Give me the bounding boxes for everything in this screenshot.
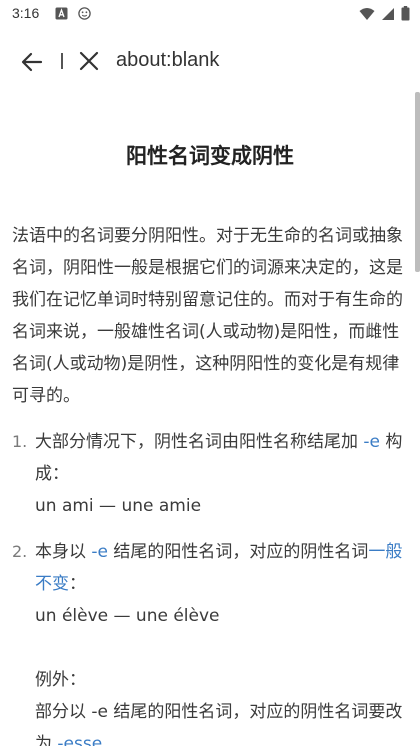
battery-icon: [401, 6, 410, 21]
url-text[interactable]: about:blank: [116, 49, 219, 72]
wifi-icon: [359, 7, 375, 20]
exception-label: 例外：: [35, 670, 86, 690]
status-right-group: [359, 6, 410, 21]
example-text: un ami — une amie: [35, 496, 202, 516]
list-item-body: 大部分情况下，阴性名词由阳性名称结尾加 -e 构成： un ami — une …: [35, 426, 405, 522]
item-text: ：: [69, 574, 86, 594]
status-bar: 3:16: [0, 0, 420, 28]
page-scrollbar[interactable]: [415, 92, 420, 272]
back-arrow-icon[interactable]: [18, 48, 46, 76]
item-text: 大部分情况下，阴性名词由阳性名称结尾加: [35, 432, 364, 452]
example-text: un élève — une élève: [35, 606, 220, 626]
highlight-text: -esse: [57, 734, 103, 746]
toolbar-separator: [61, 53, 63, 69]
item-text: 本身以: [35, 542, 92, 562]
highlight-text: -e: [91, 542, 108, 562]
highlight-text: -e: [363, 432, 380, 452]
a-box-icon: [55, 7, 68, 20]
list-number: 2.: [12, 542, 28, 561]
close-icon[interactable]: [76, 48, 102, 74]
status-time: 3:16: [12, 5, 40, 21]
article-title: 阳性名词变成阴性: [126, 144, 294, 168]
browser-toolbar: about:blank: [0, 36, 420, 86]
face-icon: [78, 7, 91, 20]
signal-icon: [382, 7, 394, 20]
intro-paragraph: 法语中的名词要分阴阳性。对于无生命的名词或抽象名词，阴阳性一般是根据它们的词源来…: [12, 226, 403, 406]
list-item-body: 本身以 -e 结尾的阳性名词，对应的阴性名词一般不变： un élève — u…: [35, 536, 405, 746]
item-text: 结尾的阳性名词，对应的阴性名词: [108, 542, 369, 562]
list-number: 1.: [12, 432, 28, 451]
